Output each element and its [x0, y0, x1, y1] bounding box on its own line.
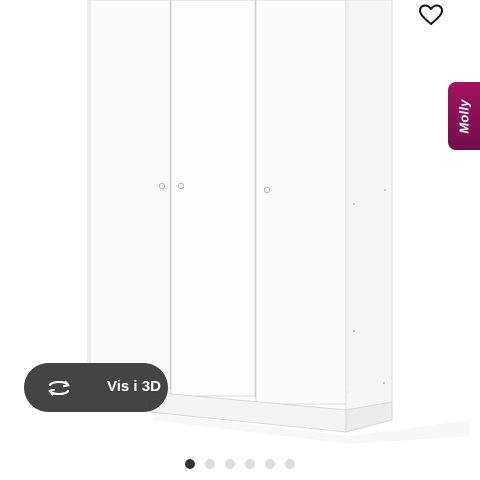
pager-dot[interactable] [265, 459, 275, 469]
heart-outline-icon [419, 4, 443, 25]
molly-label: Molly [456, 98, 472, 134]
rotate-3d-icon [46, 376, 72, 400]
favorite-button[interactable] [414, 0, 448, 30]
pager-dot[interactable] [185, 459, 195, 469]
view-in-3d-label: Vis i 3D [107, 378, 161, 395]
molly-chat-tab[interactable]: Molly [448, 82, 480, 150]
pager-dot[interactable] [285, 459, 295, 469]
pager-dot[interactable] [205, 459, 215, 469]
pager-dot[interactable] [245, 459, 255, 469]
image-gallery-pager [185, 459, 295, 469]
pager-dot[interactable] [225, 459, 235, 469]
view-in-3d-button[interactable]: Vis i 3D [24, 363, 168, 412]
